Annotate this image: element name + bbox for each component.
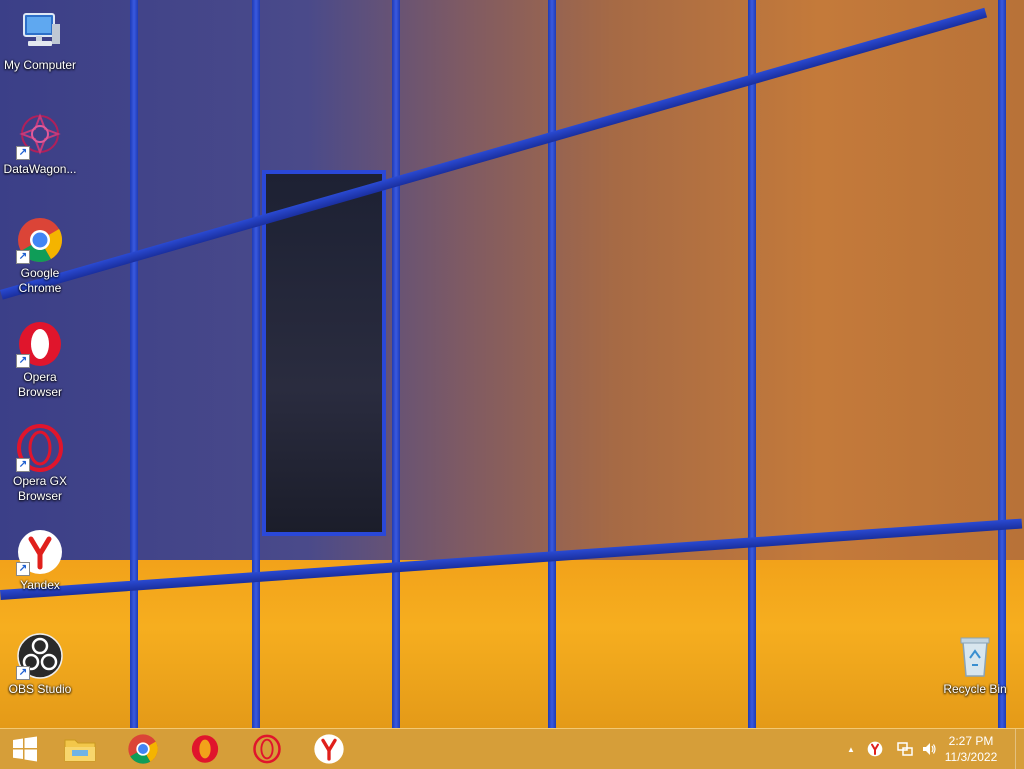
desktop-icon-google-chrome[interactable]: ↗ Google Chrome bbox=[0, 216, 80, 296]
desktop-icon-obs-studio[interactable]: ↗ OBS Studio bbox=[0, 632, 80, 697]
chevron-up-icon: ▲ bbox=[847, 744, 855, 754]
desktop-icon-label: Opera Browser bbox=[17, 370, 62, 399]
shortcut-arrow-icon: ↗ bbox=[16, 666, 30, 680]
clock-time: 2:27 PM bbox=[948, 734, 994, 748]
wallpaper-mullion bbox=[252, 0, 260, 728]
shortcut-arrow-icon: ↗ bbox=[16, 250, 30, 264]
desktop-icon-my-computer[interactable]: My Computer bbox=[0, 8, 80, 73]
desktop-icon-recycle-bin[interactable]: Recycle Bin bbox=[935, 632, 1015, 697]
start-button[interactable] bbox=[0, 729, 50, 769]
shortcut-arrow-icon: ↗ bbox=[16, 562, 30, 576]
taskbar-chrome[interactable] bbox=[115, 729, 171, 769]
desktop-icon-opera-gx[interactable]: ↗ Opera GX Browser bbox=[0, 424, 80, 504]
desktop-icon-label: Opera GX Browser bbox=[12, 474, 68, 503]
chrome-icon: ↗ bbox=[16, 216, 64, 264]
wallpaper-mullion bbox=[748, 0, 756, 728]
tray-yandex[interactable] bbox=[864, 729, 886, 769]
chrome-icon bbox=[128, 734, 158, 764]
shortcut-arrow-icon: ↗ bbox=[16, 354, 30, 368]
desktop-icon-label: OBS Studio bbox=[8, 682, 72, 696]
taskbar-clock[interactable]: 2:27 PM 11/3/2022 bbox=[936, 733, 1006, 765]
taskbar: ▲ 2:27 PM 11/3/2022 bbox=[0, 728, 1024, 769]
desktop-icon-label: Recycle Bin bbox=[943, 682, 1007, 696]
show-desktop-button[interactable] bbox=[1015, 729, 1024, 769]
opera-icon: ↗ bbox=[16, 320, 64, 368]
desktop-icon-label: Google Chrome bbox=[18, 266, 62, 295]
obs-icon: ↗ bbox=[16, 632, 64, 680]
taskbar-file-explorer[interactable] bbox=[52, 729, 108, 769]
shortcut-arrow-icon: ↗ bbox=[16, 458, 30, 472]
shortcut-arrow-icon: ↗ bbox=[16, 146, 30, 160]
wallpaper-mullion bbox=[392, 0, 400, 728]
desktop-icon-opera-browser[interactable]: ↗ Opera Browser bbox=[0, 320, 80, 400]
desktop[interactable]: My Computer ↗ DataWagon... ↗ Google Chro… bbox=[0, 0, 1024, 728]
datawagon-icon: ↗ bbox=[16, 112, 64, 160]
wallpaper-transom bbox=[0, 7, 988, 300]
wallpaper-mullion bbox=[130, 0, 138, 728]
wallpaper-mullion bbox=[548, 0, 556, 728]
desktop-icon-label: My Computer bbox=[3, 58, 77, 72]
opera-gx-icon: ↗ bbox=[16, 424, 64, 472]
network-icon bbox=[897, 742, 913, 756]
wallpaper-mullion bbox=[998, 0, 1006, 728]
tray-overflow-chevron[interactable]: ▲ bbox=[843, 729, 859, 769]
yandex-icon: ↗ bbox=[16, 528, 64, 576]
computer-icon bbox=[16, 8, 64, 56]
recycle-bin-icon bbox=[951, 632, 999, 680]
wallpaper-dark-window bbox=[262, 170, 386, 536]
opera-icon bbox=[191, 735, 219, 763]
opera-gx-icon bbox=[253, 734, 281, 764]
desktop-icon-label: DataWagon... bbox=[3, 162, 77, 176]
yandex-tray-icon bbox=[867, 741, 883, 757]
taskbar-opera[interactable] bbox=[177, 729, 233, 769]
taskbar-yandex[interactable] bbox=[301, 729, 357, 769]
clock-date: 11/3/2022 bbox=[944, 750, 998, 764]
taskbar-opera-gx[interactable] bbox=[239, 729, 295, 769]
desktop-icon-label: Yandex bbox=[20, 578, 60, 592]
desktop-icon-datawagon[interactable]: ↗ DataWagon... bbox=[0, 112, 80, 177]
desktop-icon-yandex[interactable]: ↗ Yandex bbox=[0, 528, 80, 593]
yandex-icon bbox=[314, 734, 344, 764]
tray-network[interactable] bbox=[894, 729, 916, 769]
volume-icon bbox=[923, 743, 936, 755]
file-explorer-icon bbox=[64, 739, 96, 762]
windows-start-icon bbox=[13, 736, 37, 762]
